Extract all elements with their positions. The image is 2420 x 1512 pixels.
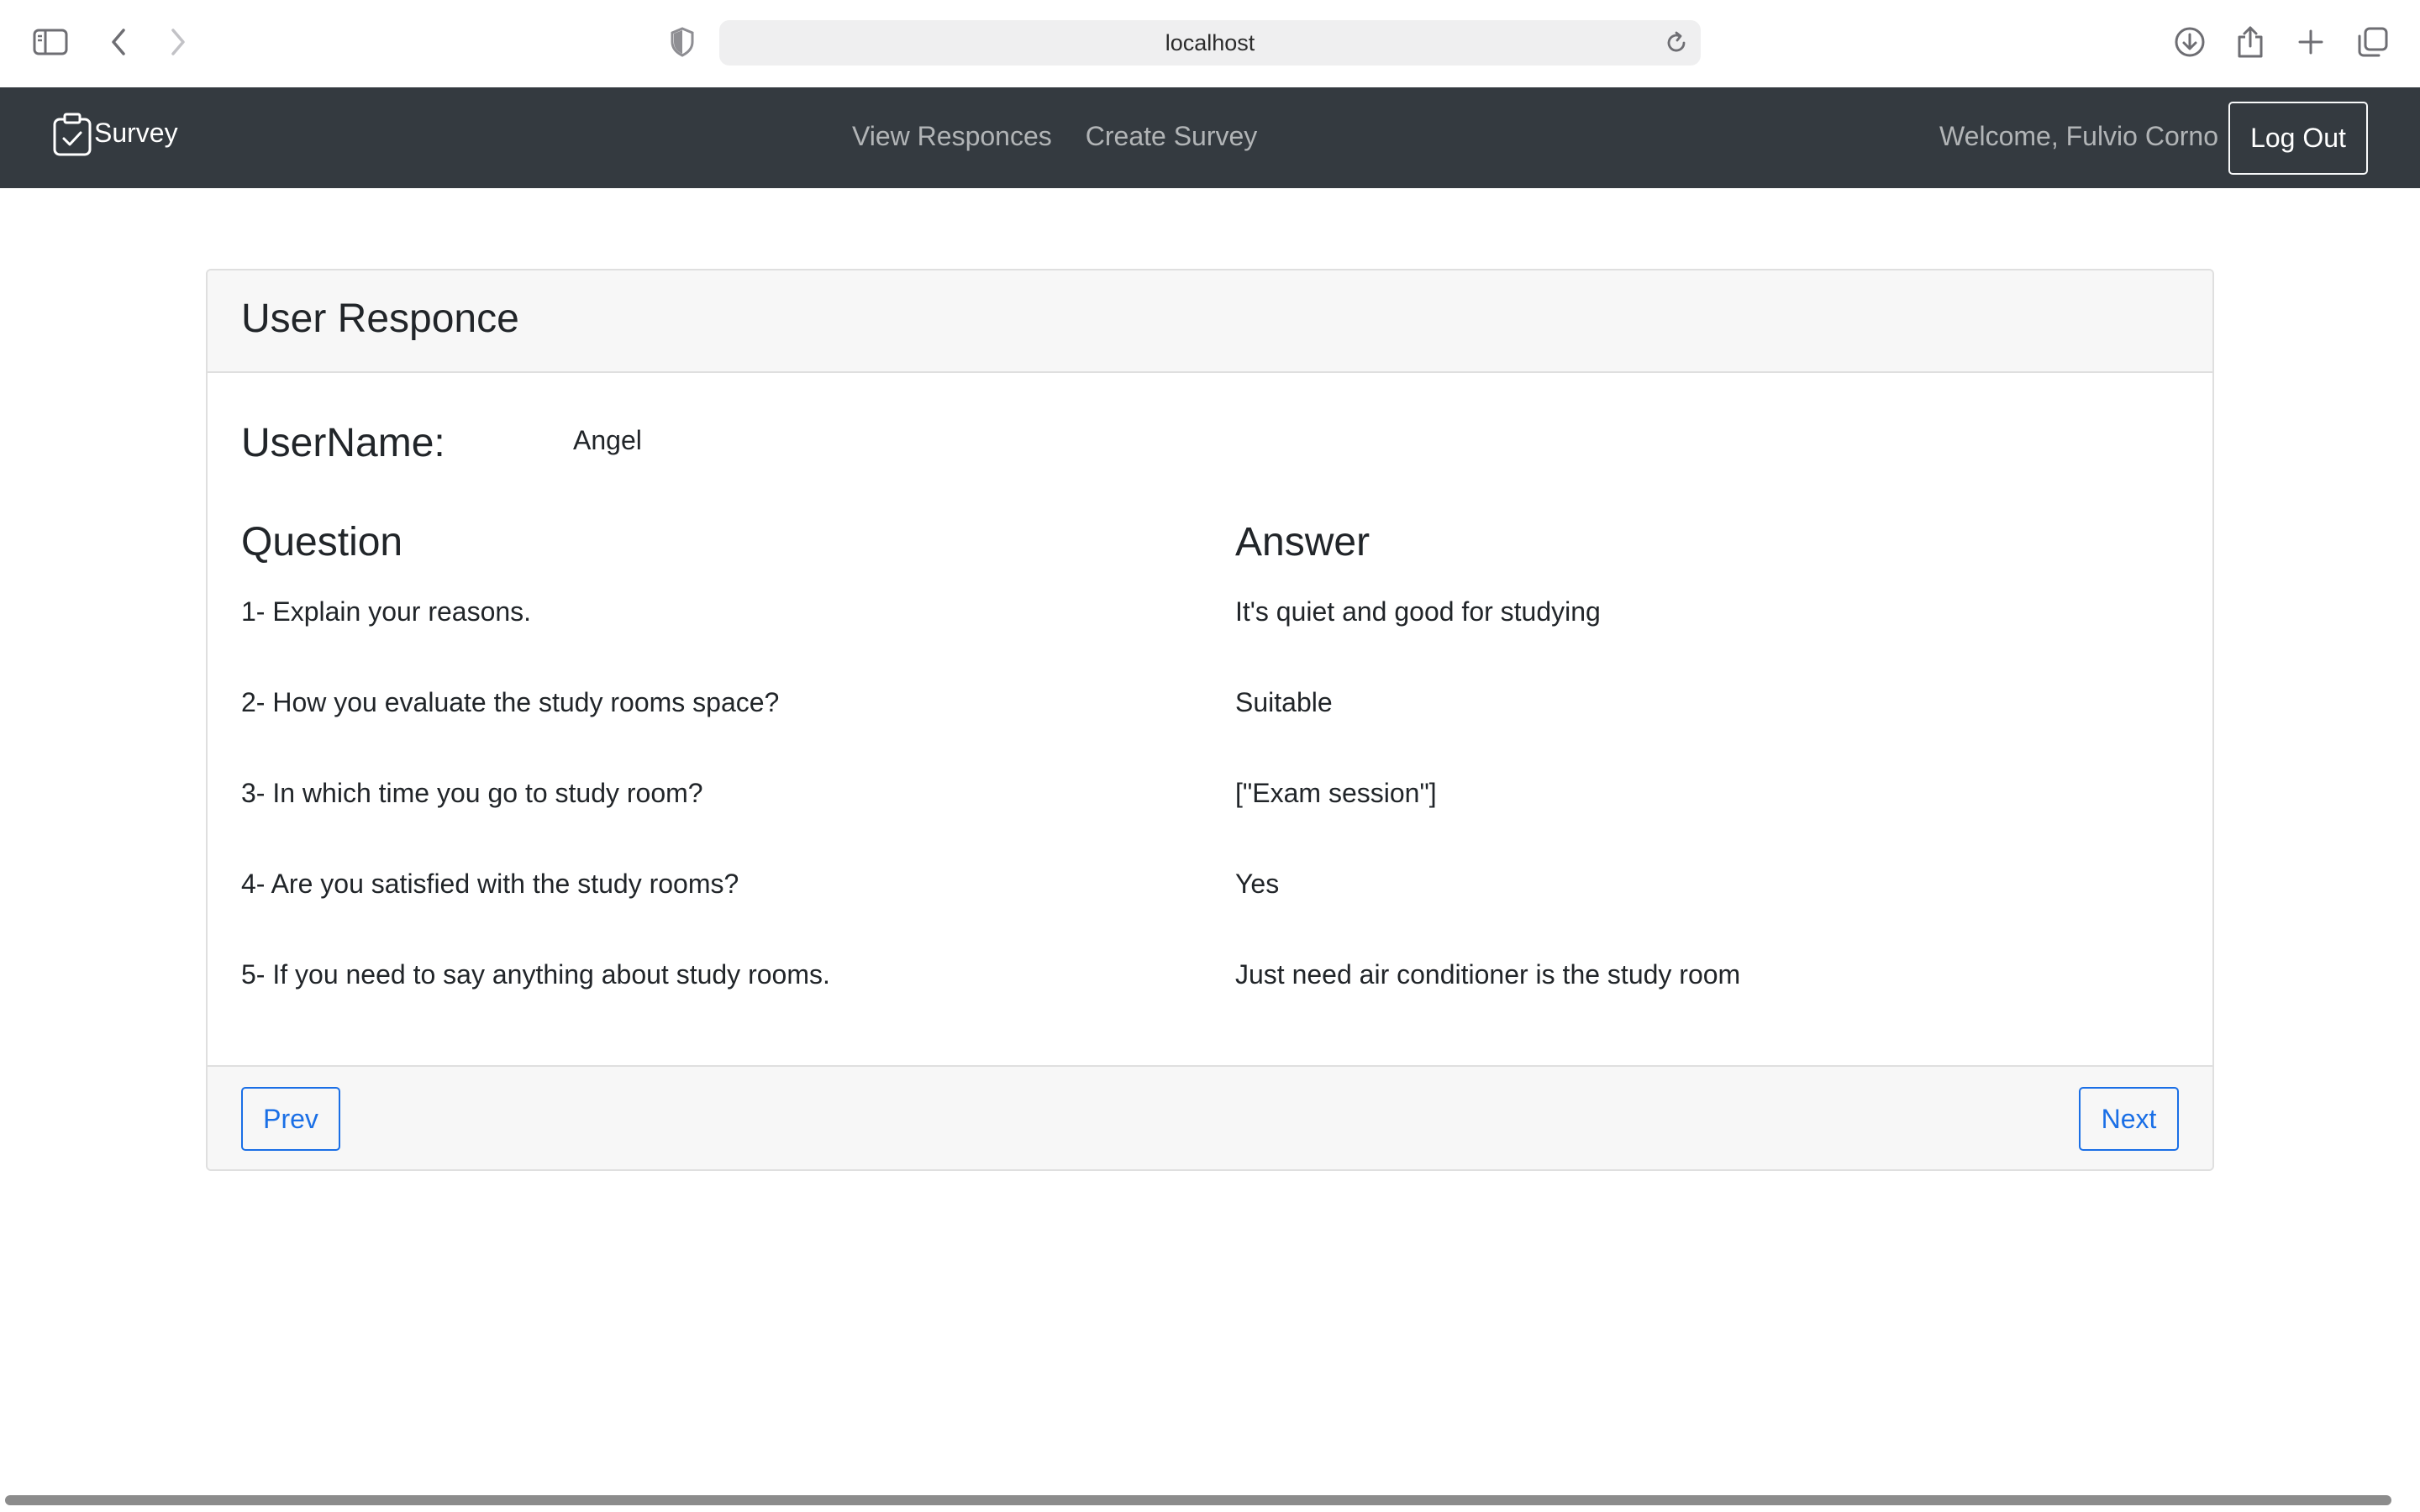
- answer-text: ["Exam session"]: [1235, 778, 1437, 808]
- nav-links: View Responces Create Survey: [852, 119, 1291, 153]
- brand-link[interactable]: Survey: [52, 113, 178, 156]
- card-title: User Responce: [241, 297, 519, 341]
- card-body: UserName: Angel Question Answer 1- Expla…: [208, 373, 2212, 1068]
- privacy-shield-icon[interactable]: [662, 22, 702, 62]
- question-text: 4- Are you satisfied with the study room…: [241, 869, 739, 899]
- nav-link-create-survey[interactable]: Create Survey: [1086, 119, 1258, 153]
- answer-text: It's quiet and good for studying: [1235, 596, 1601, 627]
- brand-label: Survey: [94, 118, 178, 148]
- new-tab-icon[interactable]: [2291, 22, 2331, 62]
- question-heading: Question: [241, 520, 403, 564]
- horizontal-scrollbar[interactable]: [5, 1495, 2391, 1505]
- clipboard-check-icon: [52, 113, 92, 156]
- question-text: 5- If you need to say anything about stu…: [241, 959, 830, 990]
- question-text: 2- How you evaluate the study rooms spac…: [241, 687, 780, 717]
- back-icon[interactable]: [98, 22, 139, 62]
- sidebar-toggle-icon[interactable]: [30, 22, 71, 62]
- address-bar[interactable]: localhost: [719, 20, 1701, 66]
- prev-button[interactable]: Prev: [241, 1087, 340, 1151]
- card-footer: Prev Next: [208, 1065, 2212, 1169]
- username-value: Angel: [573, 425, 642, 455]
- tab-overview-icon[interactable]: [2353, 22, 2393, 62]
- welcome-text: Welcome, Fulvio Corno: [1939, 121, 2218, 151]
- address-text: localhost: [1165, 29, 1255, 55]
- question-text: 1- Explain your reasons.: [241, 596, 532, 627]
- username-label: UserName:: [241, 421, 445, 465]
- reload-icon[interactable]: [1664, 30, 1689, 55]
- forward-icon[interactable]: [158, 22, 198, 62]
- question-text: 3- In which time you go to study room?: [241, 778, 703, 808]
- logout-button[interactable]: Log Out: [2228, 102, 2368, 175]
- download-icon[interactable]: [2170, 22, 2210, 62]
- answer-heading: Answer: [1235, 520, 1370, 564]
- app-navbar: Survey View Responces Create Survey Welc…: [0, 87, 2420, 188]
- card-header: User Responce: [208, 270, 2212, 373]
- answer-text: Suitable: [1235, 687, 1333, 717]
- browser-toolbar: localhost: [0, 0, 2420, 88]
- answer-text: Yes: [1235, 869, 1280, 899]
- answer-text: Just need air conditioner is the study r…: [1235, 959, 1741, 990]
- response-card: User Responce UserName: Angel Question A…: [206, 269, 2214, 1171]
- next-button[interactable]: Next: [2079, 1087, 2179, 1151]
- share-icon[interactable]: [2230, 22, 2270, 62]
- nav-link-view-responces[interactable]: View Responces: [852, 119, 1052, 153]
